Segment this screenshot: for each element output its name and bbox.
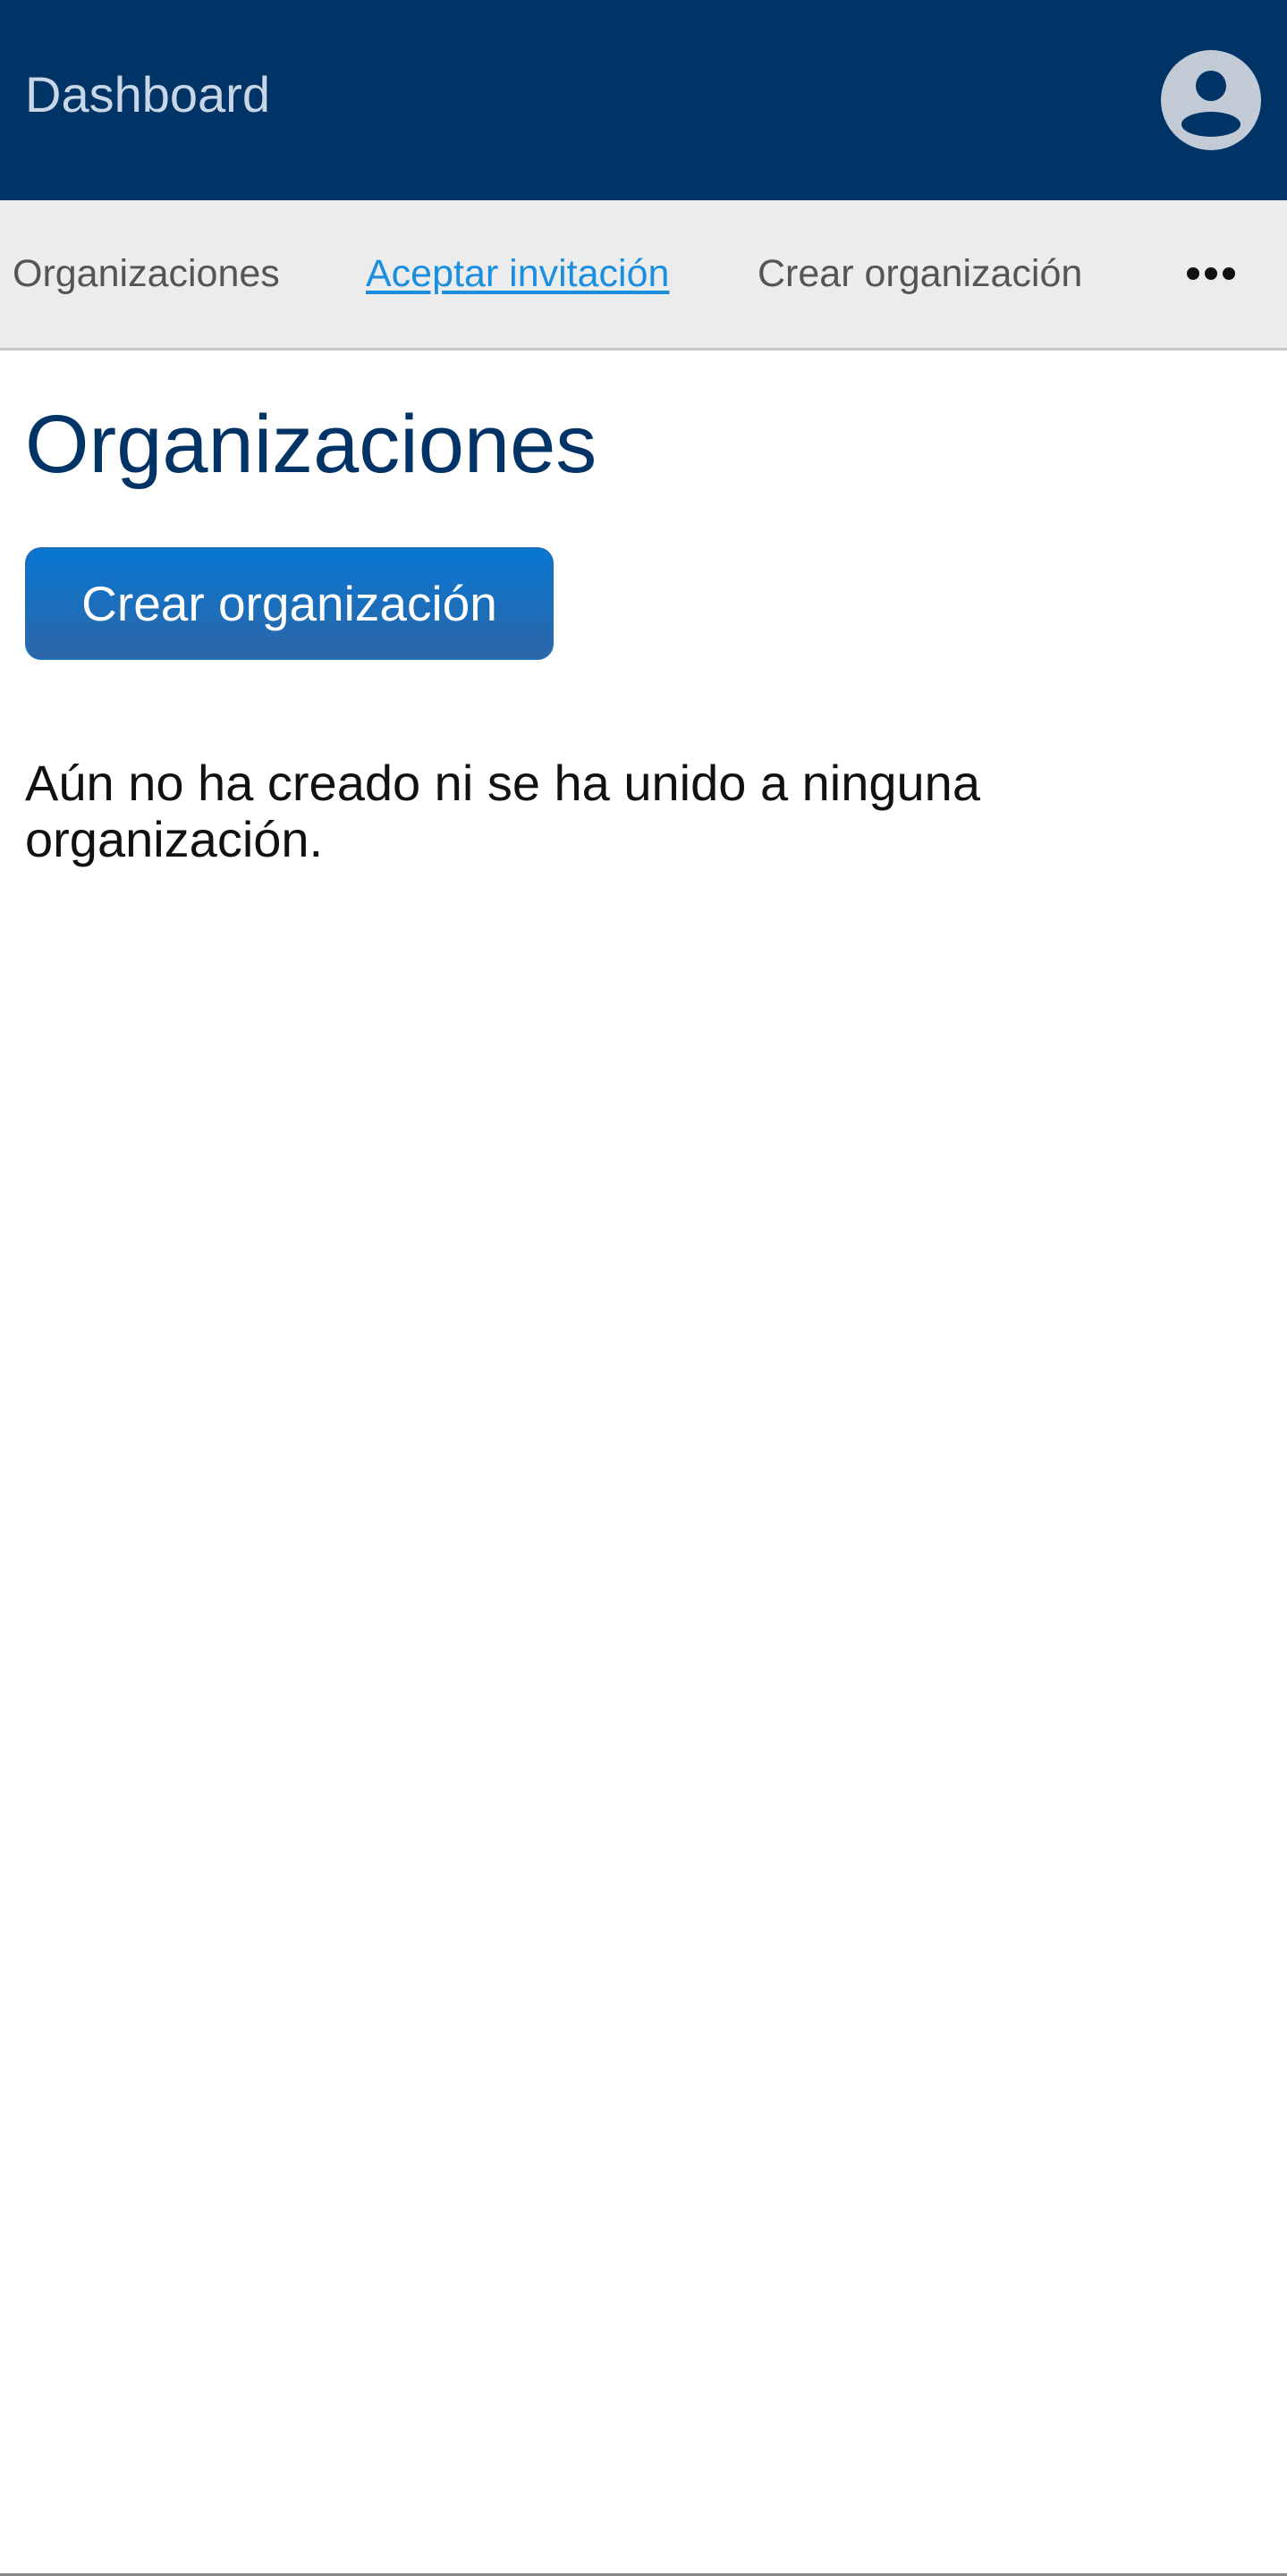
main-nav: Organizaciones Aceptar invitación Crear …	[0, 200, 1287, 351]
user-circle-icon[interactable]	[1161, 50, 1261, 150]
top-header: Dashboard	[0, 0, 1287, 200]
page-title: Organizaciones	[25, 399, 597, 490]
nav-item-crear-organizacion[interactable]: Crear organización	[758, 249, 1082, 299]
nav-item-aceptar-invitacion[interactable]: Aceptar invitación	[366, 249, 669, 299]
ellipsis-icon[interactable]	[1179, 256, 1243, 291]
empty-state-message: Aún no ha creado ni se ha unido a ningun…	[25, 755, 980, 867]
dashboard-link[interactable]: Dashboard	[25, 66, 270, 123]
create-organization-button[interactable]: Crear organización	[25, 547, 554, 660]
nav-item-organizaciones[interactable]: Organizaciones	[13, 249, 280, 299]
